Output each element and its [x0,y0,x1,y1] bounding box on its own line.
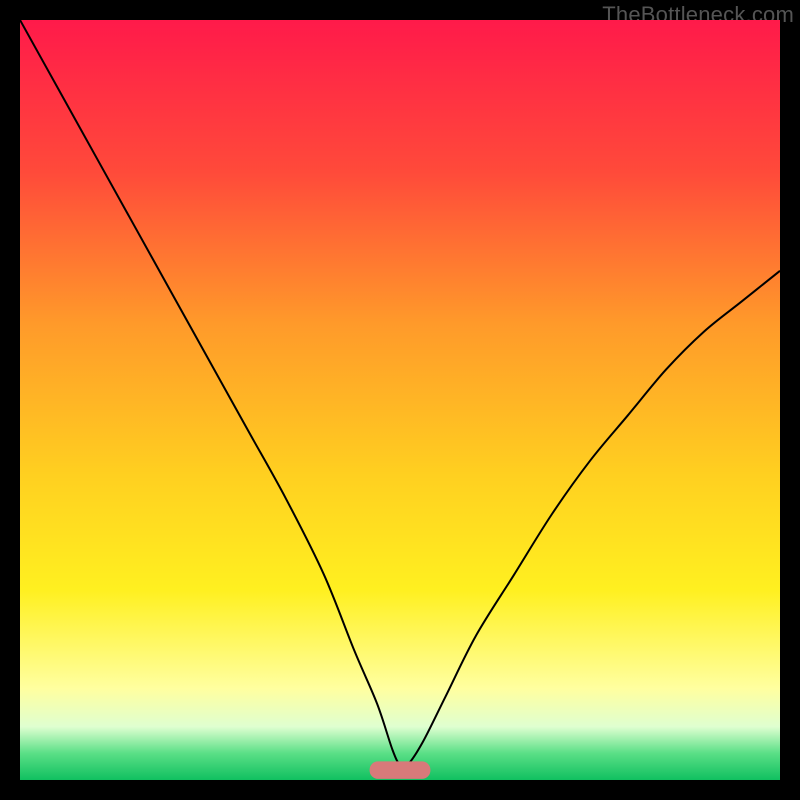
optimal-marker [370,761,431,778]
plot-background [20,20,780,780]
chart-frame: TheBottleneck.com [0,0,800,800]
bottleneck-chart [20,20,780,780]
